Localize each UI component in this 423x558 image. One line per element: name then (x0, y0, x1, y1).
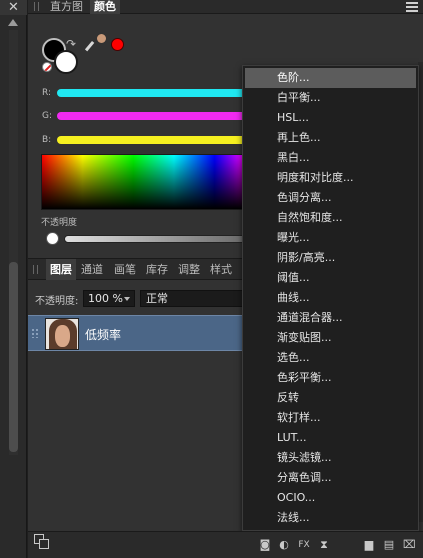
layers-options-icon[interactable] (34, 534, 52, 552)
menu-item[interactable]: 镜头滤镜... (245, 448, 416, 468)
menu-item[interactable]: 色阶... (245, 68, 416, 88)
tab-channels[interactable]: 通道 (77, 259, 107, 280)
menu-item[interactable]: 明度和对比度... (245, 168, 416, 188)
secondary-color-well[interactable] (54, 50, 78, 74)
layer-lock-icon[interactable] (31, 328, 39, 338)
green-slider[interactable] (57, 112, 247, 120)
red-slider[interactable] (57, 89, 247, 97)
tab-color[interactable]: 颜色 (90, 0, 120, 14)
left-scrollbar-thumb[interactable] (9, 262, 18, 452)
scroll-up-icon[interactable] (8, 19, 18, 26)
menu-item[interactable]: 黑白... (245, 148, 416, 168)
panel-menu-icon[interactable] (406, 0, 418, 14)
live-filter-icon[interactable]: ⧗ (318, 539, 330, 551)
color-opacity-label: 不透明度 (41, 218, 78, 228)
layer-opacity-select[interactable]: 100 % (83, 290, 135, 307)
menu-item[interactable]: 选色... (245, 348, 416, 368)
chevron-down-icon (124, 297, 130, 301)
tab-styles[interactable]: 样式 (206, 259, 236, 280)
add-pixel-layer-icon[interactable]: ▤ (383, 539, 395, 551)
green-channel-label: G: (42, 111, 53, 121)
menu-item[interactable]: 阴影/高亮... (245, 248, 416, 268)
trash-icon[interactable]: ⌧ (403, 539, 416, 551)
menu-item[interactable]: 色彩平衡... (245, 368, 416, 388)
mask-icon[interactable]: ◙ (259, 539, 271, 551)
layer-row[interactable]: 低频率 (28, 315, 243, 351)
color-spectrum-box[interactable] (41, 154, 246, 210)
tab-histogram[interactable]: 直方图 (46, 0, 87, 14)
panel-grip-icon[interactable] (34, 2, 39, 11)
adjustment-icon[interactable]: ◐ (278, 539, 290, 551)
menu-item[interactable]: 自然饱和度... (245, 208, 416, 228)
picked-color-swatch[interactable] (111, 38, 124, 51)
layer-name: 低频率 (85, 328, 122, 342)
tab-stock[interactable]: 库存 (142, 259, 172, 280)
layer-thumbnail (45, 318, 79, 350)
menu-item[interactable]: HSL... (245, 108, 416, 128)
menu-item[interactable]: LUT... (245, 428, 416, 448)
group-folder-icon[interactable]: ▆ (363, 539, 375, 551)
tab-adjustments[interactable]: 调整 (174, 259, 204, 280)
menu-item[interactable]: 阈值... (245, 268, 416, 288)
menu-item[interactable]: 法线... (245, 508, 416, 528)
menu-item[interactable]: 再上色... (245, 128, 416, 148)
fx-icon[interactable]: FX (298, 539, 310, 551)
red-channel-label: R: (42, 88, 52, 98)
top-tab-bar: 直方图 颜色 (28, 0, 423, 14)
menu-item[interactable]: 渐变贴图... (245, 328, 416, 348)
menu-item[interactable]: 通道混合器... (245, 308, 416, 328)
menu-item[interactable]: 软打样... (245, 408, 416, 428)
no-color-icon[interactable] (42, 62, 52, 72)
blue-channel-label: B: (42, 135, 52, 145)
menu-item[interactable]: 色调分离... (245, 188, 416, 208)
menu-item[interactable]: 曝光... (245, 228, 416, 248)
layers-bottom-toolbar: ◙ ◐ FX ⧗ ▆ ▤ ⌧ (28, 531, 423, 558)
layer-opacity-label: 不透明度: (35, 296, 79, 307)
menu-item[interactable]: OCIO... (245, 488, 416, 508)
color-opacity-slider[interactable] (64, 235, 246, 243)
tab-layers[interactable]: 图层 (46, 259, 76, 280)
menu-item[interactable]: 曲线... (245, 288, 416, 308)
color-opacity-knob[interactable] (46, 232, 59, 245)
adjustment-menu: 色阶... 白平衡... HSL... 再上色... 黑白... 明度和对比度... 色调分… (242, 65, 419, 531)
menu-item[interactable]: 反转 (245, 388, 416, 408)
close-icon[interactable]: ✕ (0, 0, 27, 15)
panel-grip-icon[interactable] (33, 265, 38, 274)
color-picker-icon[interactable] (84, 34, 108, 52)
layer-opacity-value: 100 % (88, 292, 123, 305)
blend-mode-select[interactable]: 正常 (140, 290, 245, 307)
menu-item[interactable]: 分离色调... (245, 468, 416, 488)
tab-brushes[interactable]: 画笔 (110, 259, 140, 280)
blue-slider[interactable] (57, 136, 247, 144)
swap-colors-icon[interactable]: ↷ (66, 37, 76, 51)
menu-item[interactable]: 白平衡... (245, 88, 416, 108)
